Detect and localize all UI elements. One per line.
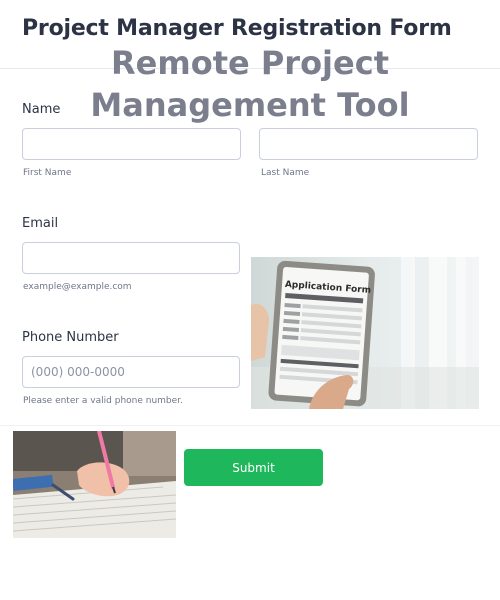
phone-sublabel: Please enter a valid phone number. bbox=[23, 396, 183, 406]
tablet-application-illustration: Application Form bbox=[251, 257, 479, 409]
last-name-sublabel: Last Name bbox=[261, 168, 310, 178]
phone-input[interactable] bbox=[22, 356, 240, 388]
email-input[interactable] bbox=[22, 242, 240, 274]
writing-hand-image bbox=[13, 431, 176, 538]
overlay-title: Remote Project Management Tool bbox=[90, 44, 410, 124]
tablet-application-image: Application Form bbox=[251, 257, 479, 409]
last-name-input[interactable] bbox=[259, 128, 478, 160]
form-title: Project Manager Registration Form bbox=[22, 16, 452, 41]
section-divider bbox=[0, 425, 500, 426]
writing-hand-illustration bbox=[13, 431, 176, 538]
first-name-sublabel: First Name bbox=[23, 168, 72, 178]
email-label: Email bbox=[22, 216, 59, 231]
email-sublabel: example@example.com bbox=[23, 282, 132, 292]
phone-label: Phone Number bbox=[22, 330, 119, 345]
first-name-input[interactable] bbox=[22, 128, 241, 160]
submit-button[interactable]: Submit bbox=[184, 449, 323, 486]
